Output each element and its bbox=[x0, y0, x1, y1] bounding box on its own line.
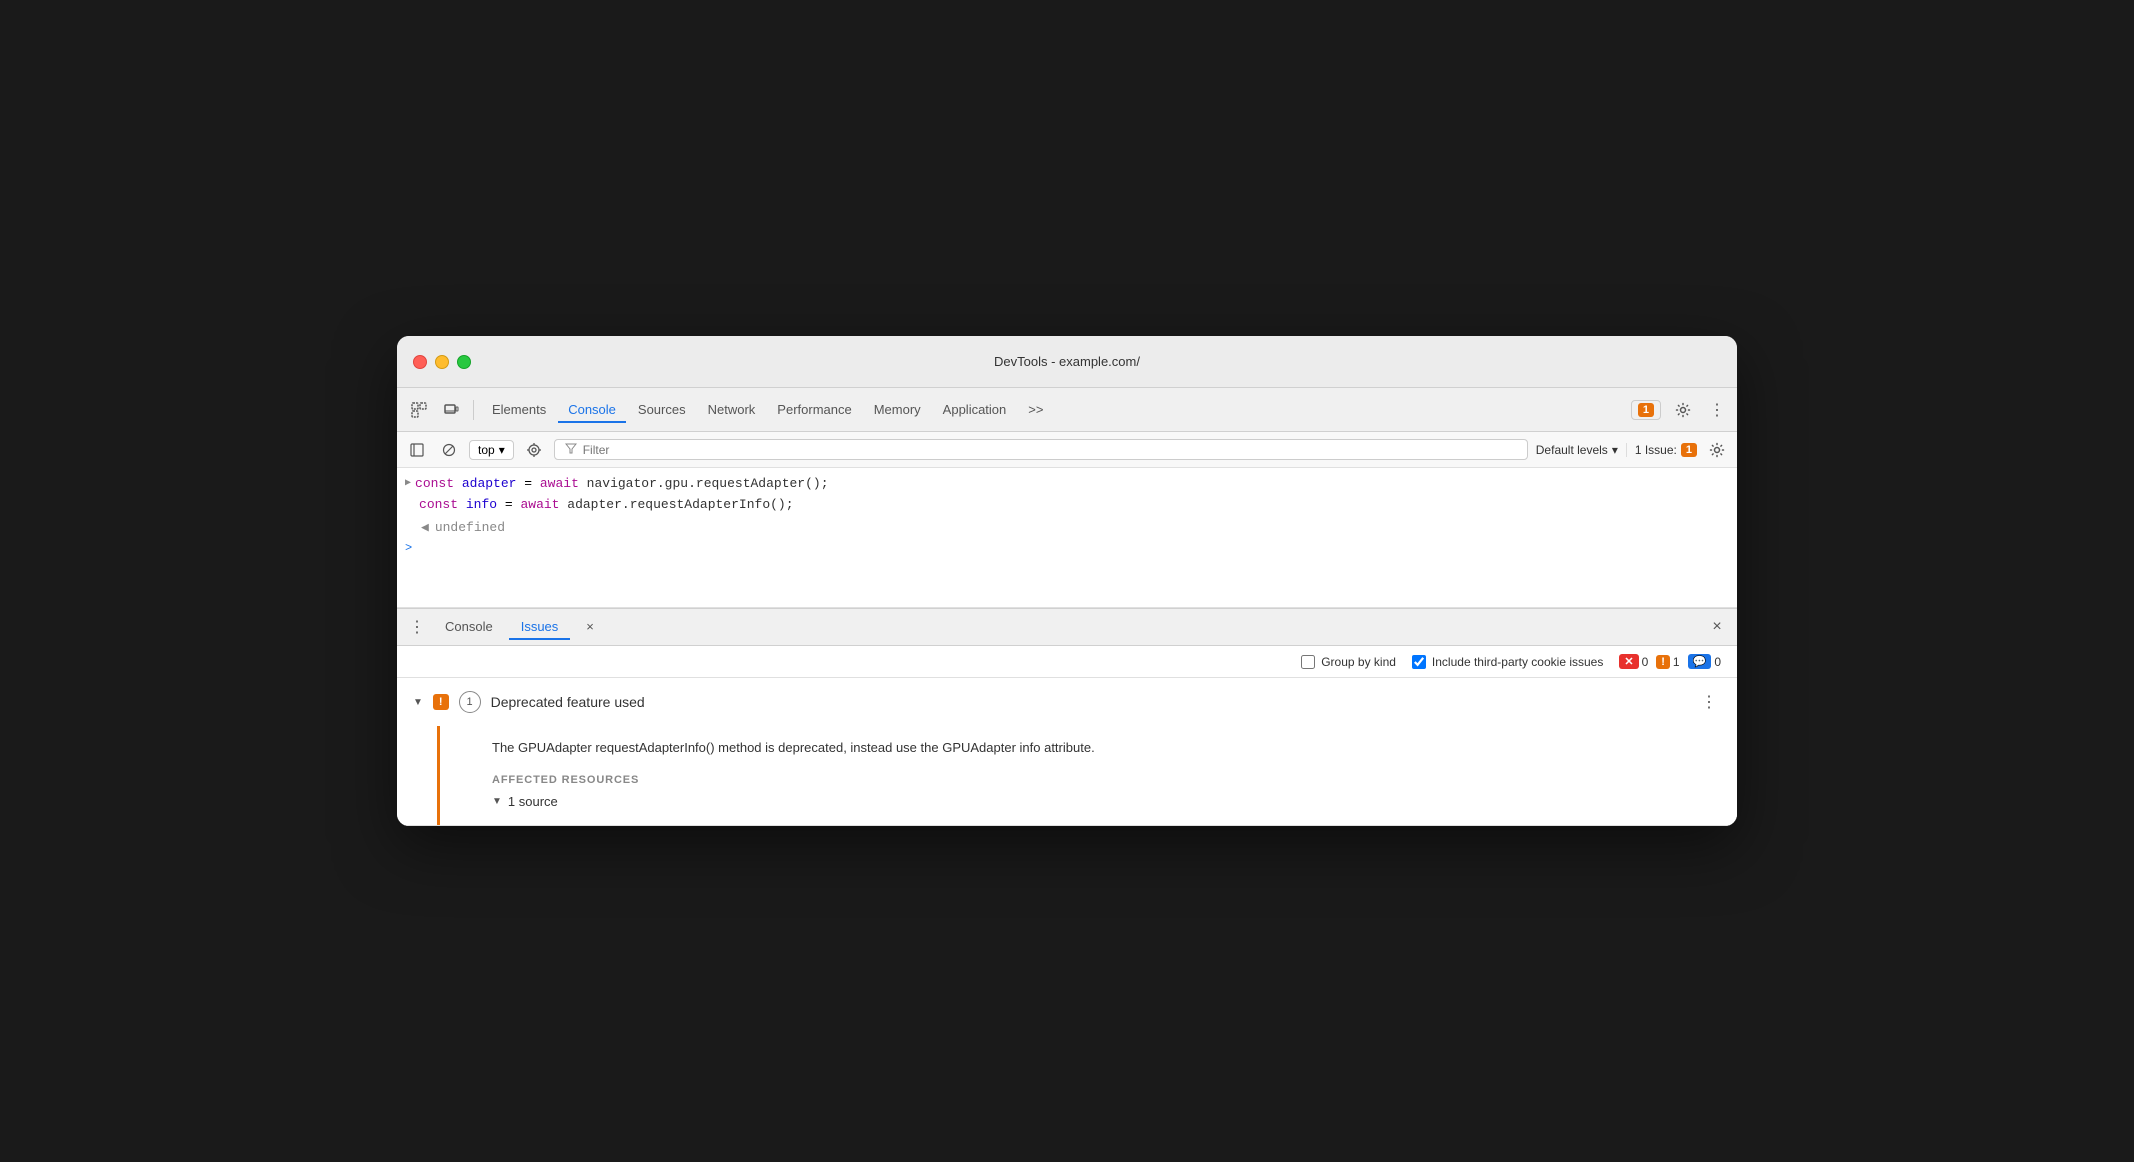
sidebar-toggle-icon[interactable] bbox=[405, 438, 429, 462]
traffic-lights bbox=[413, 355, 471, 369]
issues-warn-badge: 1 bbox=[1681, 443, 1697, 457]
return-text: undefined bbox=[435, 520, 505, 535]
filter-input-box[interactable] bbox=[554, 439, 1528, 460]
tab-more[interactable]: >> bbox=[1018, 396, 1053, 423]
issue-description: The GPUAdapter requestAdapterInfo() meth… bbox=[492, 738, 1721, 758]
clear-console-icon[interactable] bbox=[437, 438, 461, 462]
var-info: info bbox=[466, 497, 497, 512]
panel-tab-close[interactable]: × bbox=[574, 615, 606, 640]
default-levels-label: Default levels bbox=[1536, 443, 1608, 457]
window-title: DevTools - example.com/ bbox=[994, 354, 1140, 369]
fn-requestAdapter: navigator.gpu.requestAdapter(); bbox=[587, 476, 829, 491]
console-entry: ▶ const adapter = await navigator.gpu.re… bbox=[397, 472, 1737, 518]
issues-text: 1 Issue: bbox=[1635, 443, 1677, 457]
tab-performance[interactable]: Performance bbox=[767, 396, 861, 423]
console-output: ▶ const adapter = await navigator.gpu.re… bbox=[397, 468, 1737, 608]
fn-requestAdapterInfo: adapter.requestAdapterInfo(); bbox=[567, 497, 793, 512]
issue-count-circle: 1 bbox=[459, 691, 481, 713]
warn-count-text: 1 bbox=[1673, 655, 1680, 669]
error-count-icon: ✕ bbox=[1619, 654, 1638, 669]
default-levels-selector[interactable]: Default levels ▾ bbox=[1536, 443, 1618, 457]
filter-icon bbox=[565, 442, 577, 457]
toolbar-divider bbox=[473, 400, 474, 420]
tab-network[interactable]: Network bbox=[698, 396, 766, 423]
main-toolbar: Elements Console Sources Network Perform… bbox=[397, 388, 1737, 432]
source-toggle-arrow-icon: ▼ bbox=[492, 796, 502, 807]
bottom-panel-header: ⋮ Console Issues × × bbox=[397, 608, 1737, 646]
prompt-line[interactable]: > bbox=[397, 537, 1737, 559]
tab-application[interactable]: Application bbox=[933, 396, 1017, 423]
source-toggle[interactable]: ▼ 1 source bbox=[492, 794, 1721, 809]
warn-count-badge: ! 1 bbox=[1656, 655, 1679, 669]
keyword-await-2: await bbox=[520, 497, 567, 512]
panel-tab-console[interactable]: Console bbox=[433, 615, 505, 640]
affected-resources-label: AFFECTED RESOURCES bbox=[492, 774, 1721, 786]
include-third-party-text: Include third-party cookie issues bbox=[1432, 655, 1603, 669]
group-by-kind-text: Group by kind bbox=[1321, 655, 1396, 669]
console-toolbar: top ▾ Default levels ▾ bbox=[397, 432, 1737, 468]
info-count-icon: 💬 bbox=[1688, 654, 1712, 669]
maximize-button[interactable] bbox=[457, 355, 471, 369]
group-by-kind-label[interactable]: Group by kind bbox=[1301, 655, 1396, 669]
minimize-button[interactable] bbox=[435, 355, 449, 369]
error-count-badge: ✕ 0 bbox=[1619, 654, 1648, 669]
more-options-icon[interactable]: ⋮ bbox=[1705, 398, 1729, 422]
issue-title: Deprecated feature used bbox=[491, 694, 645, 710]
issue-more-icon[interactable]: ⋮ bbox=[1697, 690, 1721, 714]
filter-input[interactable] bbox=[583, 443, 1517, 457]
live-expressions-icon[interactable] bbox=[522, 438, 546, 462]
issue-group-header[interactable]: ▼ ! 1 Deprecated feature used ⋮ bbox=[397, 678, 1737, 726]
source-toggle-label: 1 source bbox=[508, 794, 558, 809]
panel-menu-icon[interactable]: ⋮ bbox=[405, 615, 429, 639]
info-count-text: 0 bbox=[1714, 655, 1721, 669]
context-dropdown-icon: ▾ bbox=[499, 443, 505, 457]
group-by-kind-checkbox[interactable] bbox=[1301, 655, 1315, 669]
settings-icon[interactable] bbox=[1669, 396, 1697, 424]
console-settings-icon[interactable] bbox=[1705, 438, 1729, 462]
issue-badge[interactable]: 1 bbox=[1631, 400, 1661, 420]
issues-count-display[interactable]: 1 Issue: 1 bbox=[1626, 443, 1697, 457]
var-adapter: adapter bbox=[462, 476, 517, 491]
tab-console[interactable]: Console bbox=[558, 396, 626, 423]
issue-chevron-icon: ▼ bbox=[413, 697, 423, 708]
keyword-const-2: const bbox=[419, 497, 466, 512]
tab-elements[interactable]: Elements bbox=[482, 396, 556, 423]
devtools-window: DevTools - example.com/ Elements Console… bbox=[397, 336, 1737, 826]
issue-warn-type-icon: ! bbox=[433, 694, 449, 710]
include-third-party-checkbox[interactable] bbox=[1412, 655, 1426, 669]
include-third-party-label[interactable]: Include third-party cookie issues bbox=[1412, 655, 1603, 669]
issue-group-deprecated: ▼ ! 1 Deprecated feature used ⋮ The GPUA… bbox=[397, 678, 1737, 826]
close-button[interactable] bbox=[413, 355, 427, 369]
device-toggle-icon[interactable] bbox=[437, 396, 465, 424]
warn-count-icon: ! bbox=[1656, 655, 1670, 669]
prompt-icon: > bbox=[405, 541, 412, 555]
tab-sources[interactable]: Sources bbox=[628, 396, 696, 423]
info-count-badge: 💬 0 bbox=[1688, 654, 1721, 669]
inspect-icon[interactable] bbox=[405, 396, 433, 424]
panel-tab-issues[interactable]: Issues bbox=[509, 615, 571, 640]
keyword-const-1: const bbox=[415, 476, 462, 491]
issue-warn-count: 1 bbox=[1638, 403, 1654, 417]
keyword-await-1: await bbox=[540, 476, 587, 491]
issues-counts: ✕ 0 ! 1 💬 0 bbox=[1619, 654, 1721, 669]
panel-close-icon[interactable]: × bbox=[1705, 615, 1729, 639]
issues-filter-bar: Group by kind Include third-party cookie… bbox=[397, 646, 1737, 678]
tab-memory[interactable]: Memory bbox=[864, 396, 931, 423]
context-selector[interactable]: top ▾ bbox=[469, 440, 514, 460]
error-count-text: 0 bbox=[1642, 655, 1649, 669]
default-levels-dropdown-icon: ▾ bbox=[1612, 443, 1618, 457]
return-value: ◀undefined bbox=[397, 518, 1737, 537]
expand-arrow[interactable]: ▶ bbox=[405, 476, 411, 492]
issues-panel: Group by kind Include third-party cookie… bbox=[397, 646, 1737, 826]
context-label: top bbox=[478, 443, 495, 457]
nav-tabs: Elements Console Sources Network Perform… bbox=[482, 396, 1627, 423]
toolbar-right: 1 ⋮ bbox=[1631, 396, 1729, 424]
code-block: const adapter = await navigator.gpu.requ… bbox=[415, 474, 828, 516]
title-bar: DevTools - example.com/ bbox=[397, 336, 1737, 388]
issue-body: The GPUAdapter requestAdapterInfo() meth… bbox=[437, 726, 1737, 825]
